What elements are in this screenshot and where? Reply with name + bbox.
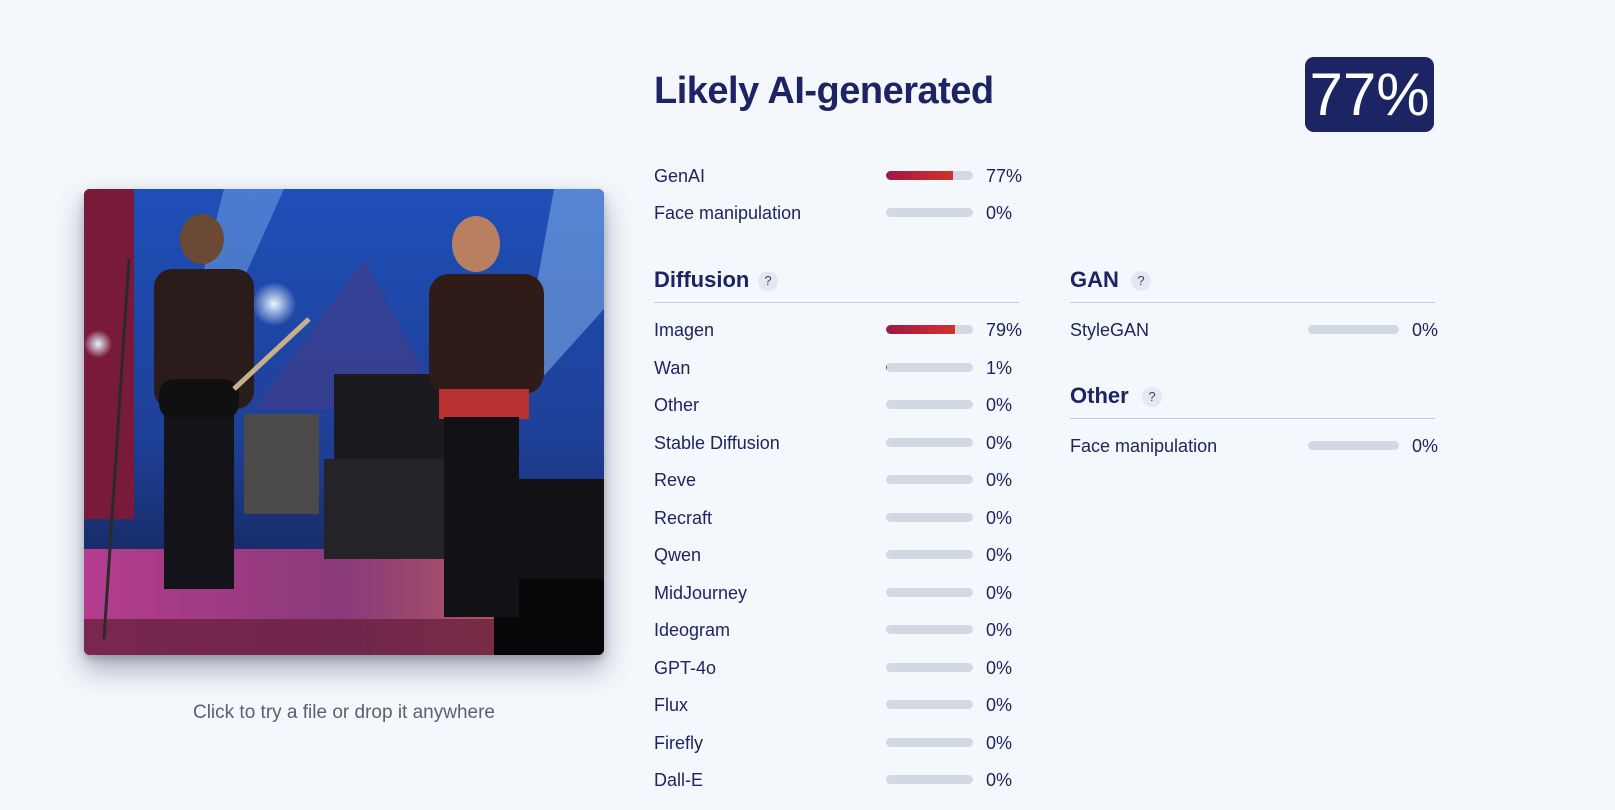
- upload-hint[interactable]: Click to try a file or drop it anywhere: [84, 702, 604, 724]
- section-title: GAN: [1070, 267, 1119, 292]
- uploaded-image-preview[interactable]: [84, 189, 604, 655]
- help-icon[interactable]: ?: [1142, 387, 1162, 407]
- score-bar: [886, 325, 973, 334]
- row-label: Imagen: [654, 320, 715, 340]
- row-percent: 79%: [986, 320, 1023, 340]
- model-row-flux: Flux 0%: [654, 693, 1024, 717]
- stage-photo: [84, 189, 604, 655]
- section-other: Other ?: [1070, 380, 1435, 419]
- row-percent: 0%: [986, 470, 1013, 490]
- summary-row-face-manipulation: Face manipulation 0%: [654, 201, 1024, 225]
- score-bar: [886, 625, 973, 634]
- score-bar: [886, 662, 973, 672]
- model-row-stable-diffusion: Stable Diffusion 0%: [654, 431, 1024, 455]
- section-diffusion: Diffusion ?: [654, 264, 1019, 303]
- row-label: Flux: [654, 695, 689, 715]
- score-bar: [886, 171, 973, 180]
- score-bar: [886, 512, 973, 522]
- row-label: Ideogram: [654, 620, 731, 640]
- model-row-midjourney: MidJourney 0%: [654, 581, 1024, 605]
- row-percent: 1%: [986, 357, 1013, 378]
- model-row-ideogram: Ideogram 0%: [654, 618, 1024, 642]
- help-icon[interactable]: ?: [758, 271, 778, 291]
- score-bar: [886, 362, 973, 372]
- score-bar: [886, 475, 973, 484]
- row-percent: 77%: [986, 166, 1023, 186]
- row-percent: 0%: [986, 620, 1013, 640]
- row-label: Qwen: [654, 545, 702, 565]
- model-row-wan: Wan 1%: [654, 356, 1024, 380]
- score-bar: [886, 700, 973, 709]
- score-bar: [886, 208, 973, 217]
- model-row-face-manipulation: Face manipulation 0%: [1070, 434, 1439, 458]
- row-percent: 0%: [986, 203, 1013, 223]
- score-bar: [886, 437, 973, 447]
- row-label: Face manipulation: [1070, 436, 1218, 456]
- score-bar: [886, 587, 973, 597]
- row-label: Other: [654, 395, 700, 415]
- row-label: Wan: [654, 357, 691, 378]
- model-row-imagen: Imagen 79%: [654, 318, 1024, 342]
- score-bar: [1308, 325, 1399, 334]
- model-row-other: Other 0%: [654, 393, 1024, 417]
- model-row-dall-e: Dall-E 0%: [654, 768, 1024, 792]
- row-percent: 0%: [986, 695, 1013, 715]
- score-bar: [886, 400, 973, 409]
- row-percent: 0%: [986, 432, 1013, 453]
- model-row-reve: Reve 0%: [654, 468, 1024, 492]
- score-bar: [886, 550, 973, 559]
- model-row-qwen: Qwen 0%: [654, 543, 1024, 567]
- score-bar-fill: [886, 171, 953, 180]
- row-percent: 0%: [986, 395, 1013, 415]
- row-label: GenAI: [654, 166, 706, 186]
- row-percent: 0%: [986, 770, 1013, 790]
- row-percent: 0%: [986, 657, 1013, 678]
- score-bar: [1308, 441, 1399, 450]
- model-row-gpt-4o: GPT-4o 0%: [654, 656, 1024, 680]
- row-label: Reve: [654, 470, 697, 490]
- row-label: Recraft: [654, 507, 713, 528]
- help-icon[interactable]: ?: [1131, 271, 1151, 291]
- section-gan: GAN ?: [1070, 264, 1435, 303]
- score-bar-fill: [886, 325, 955, 334]
- row-label: Dall-E: [654, 770, 704, 790]
- row-label: GPT-4o: [654, 657, 717, 678]
- section-title: Other: [1070, 383, 1129, 408]
- row-label: StyleGAN: [1070, 320, 1150, 340]
- summary-row-genai: GenAI 77%: [654, 164, 1024, 188]
- row-label: Face manipulation: [654, 203, 802, 223]
- model-row-recraft: Recraft 0%: [654, 506, 1024, 530]
- row-percent: 0%: [986, 732, 1013, 753]
- row-label: Stable Diffusion: [654, 432, 780, 453]
- score-bar: [886, 775, 973, 784]
- row-percent: 0%: [986, 507, 1013, 528]
- row-percent: 0%: [1412, 436, 1439, 456]
- row-percent: 0%: [1412, 320, 1439, 340]
- score-bar-fill: [886, 362, 888, 372]
- row-label: MidJourney: [654, 582, 748, 603]
- model-row-firefly: Firefly 0%: [654, 731, 1024, 755]
- section-title: Diffusion: [654, 267, 750, 292]
- row-percent: 0%: [986, 582, 1013, 603]
- overall-score-badge: 77%: [1305, 57, 1434, 132]
- row-label: Firefly: [654, 732, 703, 753]
- row-percent: 0%: [986, 545, 1013, 565]
- model-row-stylegan: StyleGAN 0%: [1070, 318, 1439, 342]
- verdict-title: Likely AI-generated: [654, 70, 994, 112]
- score-bar: [886, 737, 973, 747]
